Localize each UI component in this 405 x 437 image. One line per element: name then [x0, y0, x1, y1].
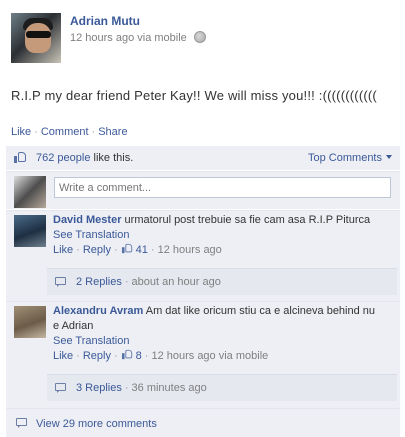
viewer-avatar [14, 176, 46, 208]
comment-text-continued: e Adrian [53, 320, 94, 332]
thumbs-up-icon [14, 152, 27, 163]
post-actions: Like · Comment · Share [11, 126, 128, 138]
replies-label: 3 Replies · 36 minutes ago [76, 382, 207, 394]
post-header: Adrian Mutu 12 hours ago via mobile [11, 13, 401, 63]
comment-link[interactable]: Comment [41, 126, 89, 138]
chevron-down-icon [386, 155, 392, 159]
top-comments-label: Top Comments [308, 152, 382, 164]
comment-reply-link[interactable]: Reply [83, 244, 111, 256]
post-time[interactable]: 12 hours ago [70, 32, 134, 44]
author-name[interactable]: Adrian Mutu [70, 14, 140, 28]
comment-like-count[interactable]: 41 [136, 244, 148, 256]
replies-time: about an hour ago [131, 276, 221, 288]
comment-text: urmatorul post trebuie sa fie cam asa R.… [124, 214, 371, 226]
like-link[interactable]: Like [11, 126, 31, 138]
comment-reply-link[interactable]: Reply [83, 350, 111, 362]
author-avatar[interactable] [11, 13, 61, 63]
comment-body: David Mester urmatorul post trebuie sa f… [53, 213, 393, 258]
commenter-avatar[interactable] [14, 215, 46, 247]
comment-time[interactable]: 12 hours ago [158, 244, 222, 256]
top-comments-dropdown[interactable]: Top Comments [308, 152, 392, 164]
comment-input[interactable] [54, 177, 391, 198]
replies-link[interactable]: 2 Replies [76, 276, 122, 288]
comment-like-count[interactable]: 8 [136, 350, 142, 362]
commenter-name[interactable]: Alexandru Avram [53, 305, 143, 317]
replies-row[interactable]: 3 Replies · 36 minutes ago [47, 374, 397, 401]
post-meta: 12 hours ago via mobile [70, 31, 206, 44]
comment-composer [6, 171, 400, 209]
comment-body: Alexandru Avram Am dat like oricum stiu … [53, 304, 393, 364]
globe-icon[interactable] [193, 31, 206, 43]
speech-bubble-icon [55, 277, 66, 287]
comment-via: via mobile [218, 350, 269, 362]
view-more-link[interactable]: View 29 more comments [36, 418, 157, 430]
comment-like-link[interactable]: Like [53, 244, 73, 256]
speech-bubble-icon [55, 383, 66, 393]
see-translation-link[interactable]: See Translation [53, 228, 393, 243]
share-link[interactable]: Share [98, 126, 127, 138]
commenter-avatar[interactable] [14, 306, 46, 338]
speech-bubble-icon [16, 418, 27, 428]
post-via: via mobile [137, 32, 187, 44]
view-more-comments[interactable]: View 29 more comments [6, 408, 400, 437]
comment-item: David Mester urmatorul post trebuie sa f… [6, 210, 400, 301]
thumbs-up-icon [121, 349, 133, 360]
likes-people-link[interactable]: 762 people [36, 152, 90, 164]
replies-row[interactable]: 2 Replies · about an hour ago [47, 268, 397, 295]
post-text: R.I.P my dear friend Peter Kay!! We will… [11, 88, 377, 103]
comment-text: Am dat like oricum stiu ca e alcineva be… [145, 305, 376, 317]
see-translation-link[interactable]: See Translation [53, 334, 393, 349]
thumbs-up-icon [121, 243, 133, 254]
replies-time: 36 minutes ago [131, 382, 207, 394]
likes-suffix: like this. [90, 152, 134, 164]
comment-time[interactable]: 12 hours ago [151, 350, 215, 362]
replies-link[interactable]: 3 Replies [76, 382, 122, 394]
commenter-name[interactable]: David Mester [53, 214, 121, 226]
comment-like-link[interactable]: Like [53, 350, 73, 362]
replies-label: 2 Replies · about an hour ago [76, 276, 221, 288]
likes-count: 762 people like this. [36, 152, 133, 164]
comment-item: Alexandru Avram Am dat like oricum stiu … [6, 301, 400, 408]
likes-summary: 762 people like this. Top Comments [6, 146, 400, 170]
